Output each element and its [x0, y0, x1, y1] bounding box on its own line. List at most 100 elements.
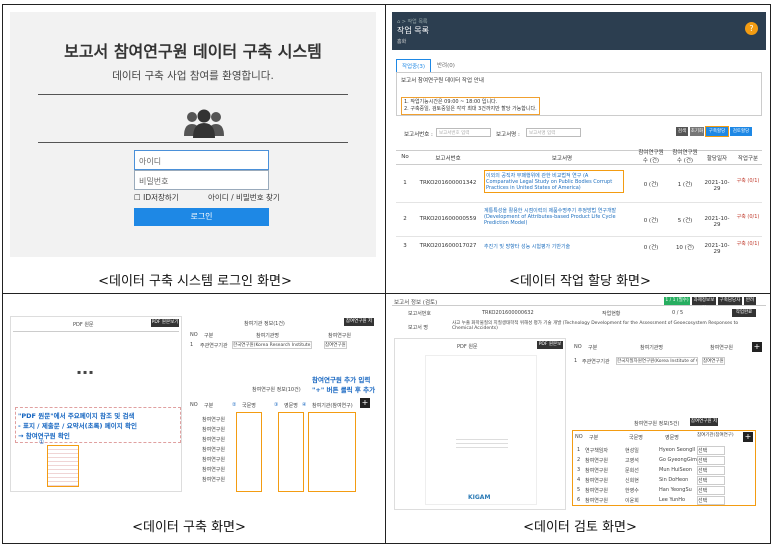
login-subtitle: 데이터 구축 사업 참여를 환영합니다. — [112, 70, 274, 82]
org-select[interactable]: 선택 — [697, 486, 725, 495]
review-assign-button[interactable]: 검토할당 — [730, 127, 752, 136]
cell: 주관연구기관 — [582, 359, 610, 365]
row-date: 2021-10-29 — [704, 243, 730, 255]
id-input[interactable]: 아이디 — [134, 150, 269, 170]
build-assign-button[interactable]: 구축할당 — [705, 126, 729, 137]
org-select[interactable]: 선택 — [697, 456, 725, 465]
sub-breadcrumb: 홈화 — [397, 39, 407, 45]
notice-box: 보고서 참여연구원 데이터 작업 안내 1. 작업기능시간은 09:00 ~ 1… — [396, 72, 762, 116]
org-select[interactable]: 선택 — [697, 446, 725, 455]
org-input[interactable]: 한국연구원(Korea Research Institute) — [232, 341, 312, 349]
builder-button[interactable]: 구축담당자 — [718, 297, 742, 305]
reset-button[interactable]: 초기화 — [690, 127, 704, 136]
kigam-logo: KIGAM — [468, 494, 491, 501]
complete-button[interactable]: 작업완료 — [732, 309, 756, 317]
report-name-label: 보고서명 : — [496, 132, 520, 138]
add-org-button[interactable]: + — [752, 342, 762, 352]
assignment-screen: ⌂ > 작업 목록 작업 목록 홈화 ? 작업중(3) 반려(0) 보고서 참여… — [392, 12, 766, 258]
table-row[interactable]: 3 TRKO201600017027 추진기 및 방향타 성능 시험평가 기반기… — [396, 239, 762, 257]
cell: 참여연구원 — [585, 478, 609, 484]
table-row[interactable]: 2 TRKO201600000559 계통특성을 활용한 시점이력의 제품수명주… — [396, 205, 762, 233]
search-button[interactable]: 검색 — [676, 127, 688, 136]
col-header: 참여기관명 — [256, 333, 280, 339]
col-header: 참여기관명 — [640, 345, 664, 351]
note-line: - 표지 / 제출문 / 요약서(초록) 페이지 확인 — [18, 422, 137, 430]
notice-line: 2. 구축중일, 검토중일은 각각 최대 3건까지만 할당 가능합니다. — [404, 106, 537, 112]
col-header: 영문명 — [284, 403, 298, 409]
row-report-name[interactable]: 계통특성을 활용한 시점이력의 제품수명주기 추정방법 연구개발 (Develo… — [484, 207, 624, 226]
row-report-name[interactable]: 이외의 공직자 부패행위에 관한 비교법적 연구 (A Comparative … — [484, 170, 624, 193]
report-no-value: TRKO201600000632 — [482, 310, 534, 316]
data-panel: 참여기관 정보(1건) 참여연구원 저장 NO 구분 참여기관명 참여연구원 1… — [188, 316, 376, 492]
caption-build: <데이터 구축 화면> — [132, 520, 246, 535]
org-select[interactable]: 선택 — [697, 466, 725, 475]
pdf-open-button[interactable]: PDF 원본보기 — [151, 319, 179, 327]
pdf-viewer[interactable]: PDF 원문 PDF 원본보기 KIGAM — [394, 338, 566, 510]
col-header: 국문명 — [629, 435, 643, 441]
save-researchers-button[interactable]: 참여연구원 저장 — [690, 418, 718, 432]
org-select[interactable]: 선택 — [697, 496, 725, 505]
cell: 4 — [577, 477, 581, 483]
researcher-input[interactable]: 참여연구원 — [702, 357, 725, 365]
report-no-input[interactable]: 보고서번호 입력 — [436, 128, 491, 137]
password-input[interactable]: 비밀번호 — [134, 170, 269, 190]
highlight-english-name — [278, 412, 304, 492]
col-header: 참여기관(참여연구) — [697, 433, 734, 438]
project-info-button[interactable]: 과제정보보기 — [692, 297, 716, 311]
researcher-input[interactable]: 참여연구원 — [324, 341, 347, 349]
cell: Han YeongSu — [659, 487, 692, 493]
status-label: 작업현황 — [602, 311, 621, 317]
marker-2: ② — [232, 402, 237, 408]
caption-assignment: <데이터 작업 할당 화면> — [509, 274, 651, 289]
col-header: 참여연구원 — [710, 345, 734, 351]
notice-line: 1. 작업기능시간은 09:00 ~ 18:00 입니다. — [404, 99, 498, 105]
login-button[interactable]: 로그인 — [134, 208, 269, 226]
pdf-text — [456, 436, 508, 450]
cell: 문희선 — [625, 468, 639, 474]
add-row-button[interactable]: + — [743, 432, 753, 442]
remember-id-checkbox[interactable]: ☐ ID저장하기 — [134, 192, 179, 203]
notice-notes: 1. 작업기능시간은 09:00 ~ 18:00 입니다. 2. 구축중일, 검… — [401, 97, 540, 115]
review-screen: 보고서 정보 (검토) 1 / 1 (필수) 과제정보보기 구축담당자 반려 보… — [392, 296, 766, 512]
cell: 1 — [190, 342, 194, 348]
cell: Go GyeongGim — [659, 457, 697, 463]
row-report-name[interactable]: 추진기 및 방향타 성능 시험평가 기반기술 — [484, 243, 624, 250]
org-select[interactable]: 선택 — [697, 476, 725, 485]
add-note-line: 참여연구원 추가 입력 — [312, 376, 371, 384]
help-icon[interactable]: ? — [745, 22, 758, 35]
tab-rejected[interactable]: 반려(0) — [432, 59, 460, 71]
add-row-button[interactable]: + — [360, 398, 370, 408]
save-researchers-button[interactable]: 참여연구원 저장 — [344, 318, 374, 332]
review-header-bar: 보고서 정보 (검토) 1 / 1 (필수) 과제정보보기 구축담당자 반려 — [392, 296, 766, 311]
tab-in-progress[interactable]: 작업중(3) — [396, 59, 431, 73]
pdf-viewer[interactable]: PDF 원문 PDF 원본보기 ▪ ▪ ▪ "PDF 원문"에서 주요페이지 참… — [10, 316, 182, 492]
report-name-value: 사고 누출 화학물질의 지질생태학적 위해성 평가 기술 개발 (Technol… — [452, 321, 739, 331]
caption-login: <데이터 구축 시스템 로그인 화면> — [98, 274, 292, 289]
row-type: 구축 (0/1) — [736, 241, 760, 247]
review-header: 보고서 정보 (검토) — [394, 300, 438, 306]
caption-review: <데이터 검토 화면> — [523, 520, 637, 535]
note-line: "PDF 원문"에서 주요페이지 참조 및 검색 — [18, 412, 135, 420]
org-input[interactable]: 한국지질자원연구원(Korea Institute of Geoscience.… — [616, 357, 698, 365]
marker-1: ① — [39, 439, 45, 446]
row-no: 2 — [403, 216, 407, 222]
divider — [38, 94, 348, 95]
row-count: 1 (건) — [677, 182, 693, 188]
col-header: 작업구분 — [737, 156, 759, 162]
pdf-open-button[interactable]: PDF 원본보기 — [537, 341, 563, 355]
row-report-no: TRKO201600017027 — [419, 243, 477, 249]
table-rule — [396, 164, 762, 165]
col-header: 구분 — [204, 403, 214, 409]
cell: 현성일 — [625, 448, 639, 454]
row-count: 0 (건) — [643, 245, 659, 251]
reject-button[interactable]: 반려 — [744, 297, 756, 305]
row-count: 5 (건) — [677, 218, 693, 224]
col-header: 구분 — [204, 333, 214, 339]
col-header: 구분 — [588, 345, 598, 351]
report-name-input[interactable]: 보고서명 입력 — [526, 128, 581, 137]
researcher-title: 참여연구원 정보(5건) — [634, 421, 680, 427]
report-name-label: 보고서 명 — [408, 325, 428, 331]
find-account-link[interactable]: 아이디 / 비밀번호 찾기 — [208, 192, 280, 203]
table-row[interactable]: 1 TRKO201600001342 이외의 공직자 부패행위에 관한 비교법적… — [396, 168, 762, 198]
cell: 1 — [574, 358, 578, 364]
